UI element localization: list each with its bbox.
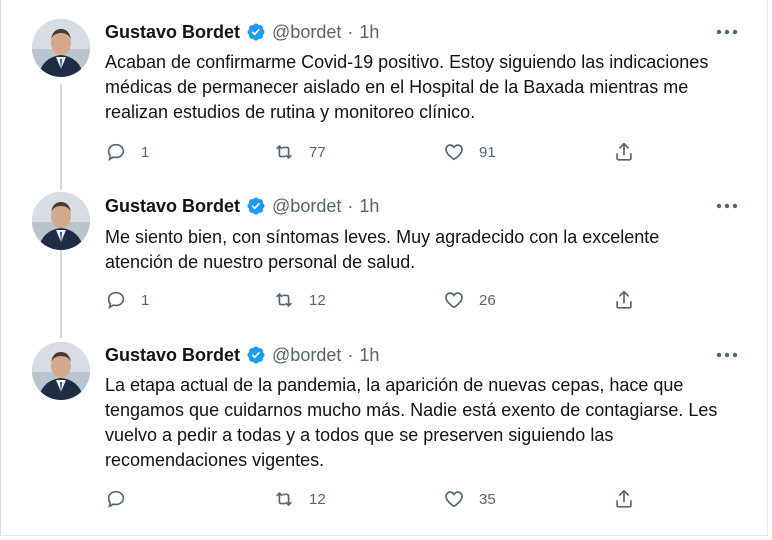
- verified-badge-icon: [246, 22, 266, 42]
- author-handle[interactable]: @bordet: [272, 196, 341, 217]
- timestamp[interactable]: 1h: [359, 345, 379, 366]
- reply-button[interactable]: 1: [105, 287, 149, 313]
- separator-dot: ·: [347, 344, 354, 365]
- tweet-thread: Gustavo Bordet @bordet · 1h Acaban de co…: [0, 0, 768, 536]
- tweet-text: Me siento bien, con síntomas leves. Muy …: [105, 227, 660, 272]
- retweet-icon: [276, 145, 292, 159]
- avatar-image: [32, 19, 90, 77]
- like-button[interactable]: 35: [443, 486, 496, 512]
- heart-icon: [445, 292, 463, 309]
- verified-badge-icon: [246, 345, 266, 365]
- author-handle[interactable]: @bordet: [272, 345, 341, 366]
- share-button[interactable]: [613, 139, 635, 165]
- share-icon: [616, 142, 632, 161]
- tweet-text: Acaban de confirmarme Covid-19 positivo.…: [105, 52, 709, 122]
- heart-icon: [445, 144, 463, 161]
- share-icon: [616, 489, 632, 508]
- reply-count: 1: [141, 143, 150, 161]
- reply-icon: [107, 291, 125, 310]
- more-options-icon[interactable]: [713, 196, 741, 216]
- more-options-icon[interactable]: [713, 345, 741, 365]
- timestamp[interactable]: 1h: [359, 22, 379, 43]
- reply-button[interactable]: 1: [105, 139, 149, 165]
- verified-badge-icon: [246, 196, 266, 216]
- separator-dot: ·: [347, 195, 354, 216]
- timestamp[interactable]: 1h: [359, 196, 379, 217]
- like-button[interactable]: 26: [443, 287, 496, 313]
- avatar[interactable]: [32, 192, 90, 250]
- reply-button[interactable]: [105, 486, 141, 512]
- retweet-button[interactable]: 12: [273, 287, 326, 313]
- share-button[interactable]: [613, 287, 635, 313]
- retweet-count: 12: [309, 490, 326, 508]
- avatar[interactable]: [32, 342, 90, 400]
- share-button[interactable]: [613, 486, 635, 512]
- separator-dot: ·: [347, 21, 354, 42]
- retweet-button[interactable]: 77: [273, 139, 326, 165]
- author-name[interactable]: Gustavo Bordet: [105, 22, 240, 43]
- share-icon: [616, 290, 632, 309]
- retweet-icon: [276, 293, 292, 307]
- avatar[interactable]: [32, 19, 90, 77]
- thread-connector: [60, 84, 62, 190]
- avatar-image: [32, 192, 90, 250]
- reply-count: 1: [141, 291, 150, 309]
- reply-icon: [107, 490, 125, 509]
- like-button[interactable]: 91: [443, 139, 496, 165]
- retweet-count: 12: [309, 291, 326, 309]
- like-count: 26: [479, 291, 496, 309]
- more-options-icon[interactable]: [713, 22, 741, 42]
- reply-icon: [107, 143, 125, 162]
- retweet-icon: [276, 492, 292, 506]
- retweet-count: 77: [309, 143, 326, 161]
- like-count: 91: [479, 143, 496, 161]
- like-count: 35: [479, 490, 496, 508]
- tweet-actions: 1 77 91: [105, 139, 645, 165]
- retweet-button[interactable]: 12: [273, 486, 326, 512]
- tweet-actions: 1 12 26: [105, 287, 645, 313]
- tweet-actions: 12 35: [105, 486, 645, 512]
- avatar-image: [32, 342, 90, 400]
- author-handle[interactable]: @bordet: [272, 22, 341, 43]
- heart-icon: [445, 491, 463, 508]
- author-name[interactable]: Gustavo Bordet: [105, 196, 240, 217]
- tweet-text: La etapa actual de la pandemia, la apari…: [105, 375, 718, 470]
- author-name[interactable]: Gustavo Bordet: [105, 345, 240, 366]
